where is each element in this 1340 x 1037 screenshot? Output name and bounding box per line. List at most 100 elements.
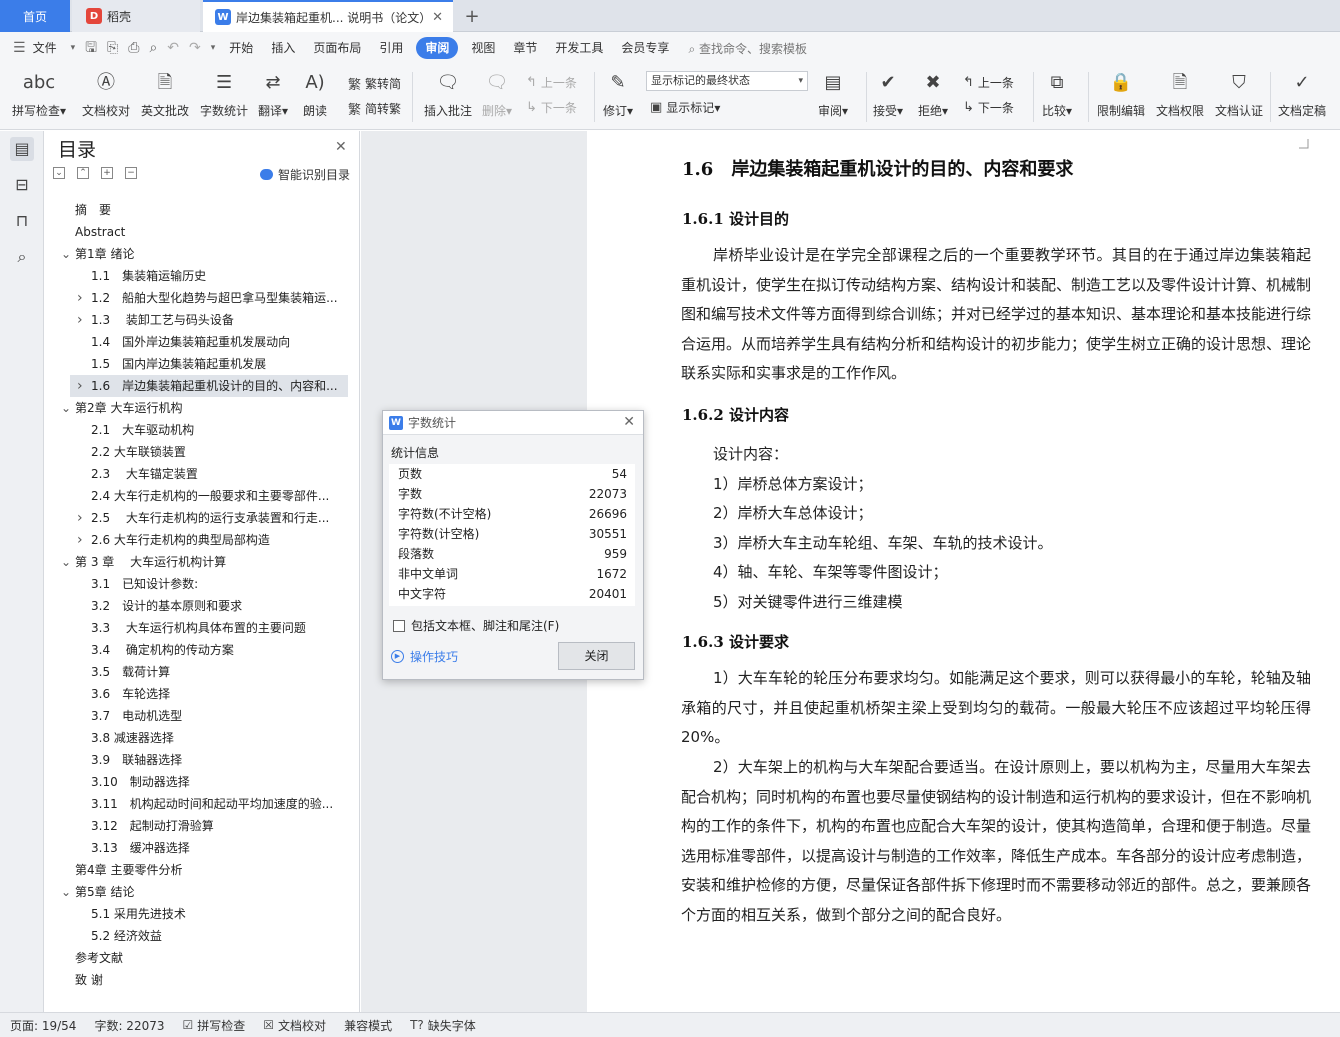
tab-document[interactable]: W 岸边集装箱起重机... 说明书（论文） ✕: [203, 0, 453, 32]
menu-layout[interactable]: 页面布局: [304, 37, 370, 59]
trad-to-simp-button[interactable]: 繁繁转简: [348, 74, 401, 93]
undo-icon[interactable]: ↶: [162, 37, 184, 59]
spell-check-button[interactable]: abc 拼写检查▾: [12, 70, 66, 119]
chevron-right-icon[interactable]: ›: [77, 529, 83, 551]
next-comment-button[interactable]: ↳ 下一条: [526, 99, 577, 116]
toc-item[interactable]: ⌄ 第1章 绪论: [45, 243, 360, 265]
toc-item[interactable]: › 1.3 装卸工艺与码头设备: [45, 309, 360, 331]
toc-item[interactable]: Abstract: [45, 221, 360, 243]
menu-home[interactable]: 开始: [220, 37, 262, 59]
print-icon[interactable]: ⎙: [123, 37, 144, 59]
simp-to-trad-button[interactable]: 繁简转繁: [348, 99, 401, 118]
toc-item[interactable]: 致 谢: [45, 969, 360, 991]
doc-finalize-button[interactable]: ✓ 文档定稿: [1278, 70, 1326, 119]
word-count-indicator[interactable]: 字数: 22073: [94, 1017, 164, 1034]
chevron-right-icon[interactable]: ›: [77, 309, 83, 331]
close-button[interactable]: 关闭: [558, 642, 635, 670]
toc-item[interactable]: 第4章 主要零件分析: [45, 859, 360, 881]
search-icon[interactable]: ⌕: [10, 245, 34, 269]
chevron-down-icon[interactable]: ⌄: [61, 551, 71, 573]
chevron-down-icon[interactable]: ⌄: [61, 397, 71, 419]
toc-item[interactable]: 5.2 经济效益: [45, 925, 360, 947]
toc-item[interactable]: 3.10 制动器选择: [45, 771, 360, 793]
document-page[interactable]: 1.6 岸边集装箱起重机设计的目的、内容和要求 1.6.1 设计目的 岸桥毕业设…: [587, 131, 1340, 1012]
close-icon[interactable]: ✕: [623, 414, 635, 430]
status-spell-check[interactable]: ☑ 拼写检查: [183, 1017, 246, 1034]
toc-item[interactable]: 3.8 减速器选择: [45, 727, 360, 749]
markup-display-select[interactable]: 显示标记的最终状态 ▾: [646, 71, 808, 91]
add-heading-icon[interactable]: +: [101, 167, 113, 179]
menu-member[interactable]: 会员专享: [612, 37, 678, 59]
toc-item[interactable]: 3.3 大车运行机构具体布置的主要问题: [45, 617, 360, 639]
menu-references[interactable]: 引用: [370, 37, 412, 59]
status-proof[interactable]: ☒ 文档校对: [263, 1017, 326, 1034]
menu-developer[interactable]: 开发工具: [546, 37, 612, 59]
menu-review[interactable]: 审阅: [416, 37, 459, 59]
chevron-down-icon[interactable]: ▾: [66, 37, 81, 59]
print-preview-icon[interactable]: ⌕: [144, 37, 162, 59]
toc-item[interactable]: 3.9 联轴器选择: [45, 749, 360, 771]
toc-item[interactable]: 3.6 车轮选择: [45, 683, 360, 705]
save-icon[interactable]: 🖫: [80, 37, 102, 59]
toc-item[interactable]: 3.13 缓冲器选择: [45, 837, 360, 859]
dialog-titlebar[interactable]: W 字数统计: [383, 411, 643, 435]
show-markup-button[interactable]: ▣ 显示标记 ▾: [650, 99, 720, 116]
toc-item[interactable]: 1.1 集装箱运输历史: [45, 265, 360, 287]
toc-item[interactable]: › 1.2 船舶大型化趋势与超巴拿马型集装箱运...: [45, 287, 360, 309]
toc-item[interactable]: ⌄ 第5章 结论: [45, 881, 360, 903]
toc-item[interactable]: › 2.6 大车行走机构的典型局部构造: [45, 529, 360, 551]
prev-change-button[interactable]: ↰ 上一条: [963, 74, 1014, 91]
page-indicator[interactable]: 页面: 19/54: [10, 1017, 76, 1034]
toc-item[interactable]: 3.11 机构起动时间和起动平均加速度的验...: [45, 793, 360, 815]
chevron-down-icon[interactable]: ⌄: [61, 243, 71, 265]
menu-chapter[interactable]: 章节: [504, 37, 546, 59]
doc-certify-button[interactable]: ⛉ 文档认证: [1215, 70, 1263, 119]
chevron-right-icon[interactable]: ›: [77, 507, 83, 529]
chevron-right-icon[interactable]: ›: [77, 375, 83, 397]
plus-icon[interactable]: +: [462, 0, 482, 32]
tab-home[interactable]: 首页: [0, 0, 70, 32]
chevron-right-icon[interactable]: ›: [77, 287, 83, 309]
toc-item[interactable]: ⌄ 第2章 大车运行机构: [45, 397, 360, 419]
toc-item[interactable]: 3.5 载荷计算: [45, 661, 360, 683]
delete-comment-button[interactable]: 🗨 删除▾: [482, 70, 512, 119]
redo-icon[interactable]: ↷: [184, 37, 206, 59]
bookmark-icon[interactable]: ⊓: [10, 209, 34, 233]
review-pane-button[interactable]: ▤ 审阅▾: [818, 70, 848, 119]
toc-item[interactable]: ⌄ 第 3 章 大车运行机构计算: [45, 551, 360, 573]
smart-toc-button[interactable]: 智能识别目录: [260, 166, 350, 183]
toc-item[interactable]: 1.5 国内岸边集装箱起重机发展: [45, 353, 360, 375]
remove-heading-icon[interactable]: −: [125, 167, 137, 179]
translate-button[interactable]: ⇄ 翻译▾: [258, 70, 288, 119]
chapter-nav-icon[interactable]: ⊟: [10, 173, 34, 197]
next-change-button[interactable]: ↳ 下一条: [963, 99, 1014, 116]
toc-item[interactable]: 2.2 大车联锁装置: [45, 441, 360, 463]
menu-view[interactable]: 视图: [462, 37, 504, 59]
toc-item[interactable]: 3.7 电动机选型: [45, 705, 360, 727]
english-correct-button[interactable]: 🗎 英文批改: [141, 70, 189, 119]
toc-item[interactable]: 摘 要: [45, 199, 360, 221]
chevron-down-icon[interactable]: ⌄: [61, 881, 71, 903]
prev-comment-button[interactable]: ↰ 上一条: [526, 74, 577, 91]
toc-icon[interactable]: ▤: [10, 137, 34, 161]
tab-close-icon[interactable]: ✕: [432, 10, 443, 25]
toc-item[interactable]: 3.4 确定机构的传动方案: [45, 639, 360, 661]
toc-item[interactable]: 2.1 大车驱动机构: [45, 419, 360, 441]
proof-button[interactable]: Ⓐ 文档校对: [82, 70, 130, 119]
doc-rights-button[interactable]: 🗎 文档权限: [1156, 70, 1204, 119]
toc-item[interactable]: 1.4 国外岸边集装箱起重机发展动向: [45, 331, 360, 353]
accept-button[interactable]: ✔ 接受▾: [873, 70, 903, 119]
insert-comment-button[interactable]: 🗨 插入批注: [424, 70, 472, 119]
menu-file[interactable]: 文件: [31, 37, 66, 59]
restrict-edit-button[interactable]: 🔒 限制编辑: [1097, 70, 1145, 119]
toc-item[interactable]: › 2.5 大车行走机构的运行支承装置和行走...: [45, 507, 360, 529]
menu-insert[interactable]: 插入: [262, 37, 304, 59]
compare-button[interactable]: ⧉ 比较▾: [1042, 70, 1072, 119]
missing-font[interactable]: T? 缺失字体: [410, 1017, 476, 1034]
track-changes-button[interactable]: ✎ 修订▾: [603, 70, 633, 119]
reject-button[interactable]: ✖ 拒绝▾: [918, 70, 948, 119]
toc-item[interactable]: 参考文献: [45, 947, 360, 969]
hamburger-icon[interactable]: ☰: [8, 37, 31, 59]
toc-item[interactable]: 3.1 已知设计参数:: [45, 573, 360, 595]
toc-item[interactable]: 3.12 起制动打滑验算: [45, 815, 360, 837]
